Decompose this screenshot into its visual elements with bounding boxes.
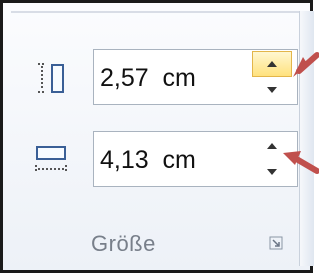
caret-up-icon xyxy=(267,61,277,67)
shape-width-field[interactable]: 4,13 cm xyxy=(93,131,298,187)
shape-height-icon xyxy=(35,61,67,95)
shape-width-value[interactable]: 4,13 cm xyxy=(100,146,196,175)
dialog-launcher-icon[interactable] xyxy=(269,236,283,250)
size-group-panel: 2,57 cm 4,13 cm Größe xyxy=(0,0,320,273)
shape-height-field[interactable]: 2,57 cm xyxy=(93,49,298,105)
divider xyxy=(11,11,308,13)
shape-height-value[interactable]: 2,57 cm xyxy=(100,64,196,93)
shape-width-icon xyxy=(33,143,69,177)
caret-down-icon xyxy=(267,87,277,93)
annotation-arrow xyxy=(279,49,320,94)
group-label: Größe xyxy=(91,231,156,256)
annotation-arrow xyxy=(275,141,320,182)
